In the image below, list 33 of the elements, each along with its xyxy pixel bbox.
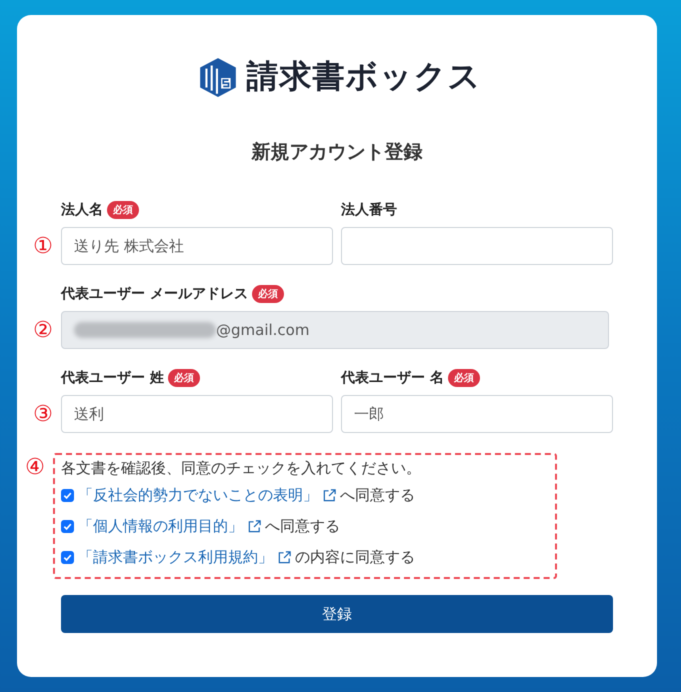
field-label: 代表ユーザー 姓 (61, 369, 164, 387)
field-label: 代表ユーザー メールアドレス (61, 285, 248, 303)
external-link-icon (247, 519, 262, 534)
agree-text: へ同意する (265, 517, 340, 536)
agree-text: へ同意する (340, 486, 415, 505)
input-field[interactable]: 送り先 株式会社 (61, 227, 333, 265)
input-field[interactable]: 送利 (61, 395, 333, 433)
annotation-number: ④ (24, 455, 46, 480)
checkbox[interactable] (61, 520, 74, 533)
annotation-number: ① (32, 234, 54, 258)
agree-text: の内容に同意する (295, 548, 415, 567)
required-badge: 必須 (448, 369, 480, 387)
register-button[interactable]: 登録 (61, 595, 613, 633)
instruction-text: 各文書を確認後、同意のチェックを入れてください。 (61, 459, 422, 478)
required-badge: 必須 (252, 285, 284, 303)
document-link[interactable]: 「反社会的勢力でないことの表明」 (78, 486, 318, 505)
field-label: 法人番号 (341, 201, 397, 219)
field-label: 代表ユーザー 名 (341, 369, 444, 387)
checkbox[interactable] (61, 489, 74, 502)
field-label: 法人名 (61, 201, 103, 219)
annotation-number: ② (32, 318, 54, 342)
page-title: 新規アカウント登録 (250, 140, 424, 165)
input-field[interactable] (341, 227, 613, 265)
external-link-icon (322, 488, 337, 503)
document-link[interactable]: 「個人情報の利用目的」 (78, 517, 243, 536)
logo-text: 請求書ボックス (246, 56, 482, 97)
checkbox[interactable] (61, 551, 74, 564)
external-link-icon (277, 550, 292, 565)
required-badge: 必須 (168, 369, 200, 387)
required-badge: 必須 (107, 201, 139, 219)
annotation-number: ③ (32, 402, 54, 426)
input-field[interactable]: 一郎 (341, 395, 613, 433)
document-link[interactable]: 「請求書ボックス利用規約」 (78, 548, 273, 567)
